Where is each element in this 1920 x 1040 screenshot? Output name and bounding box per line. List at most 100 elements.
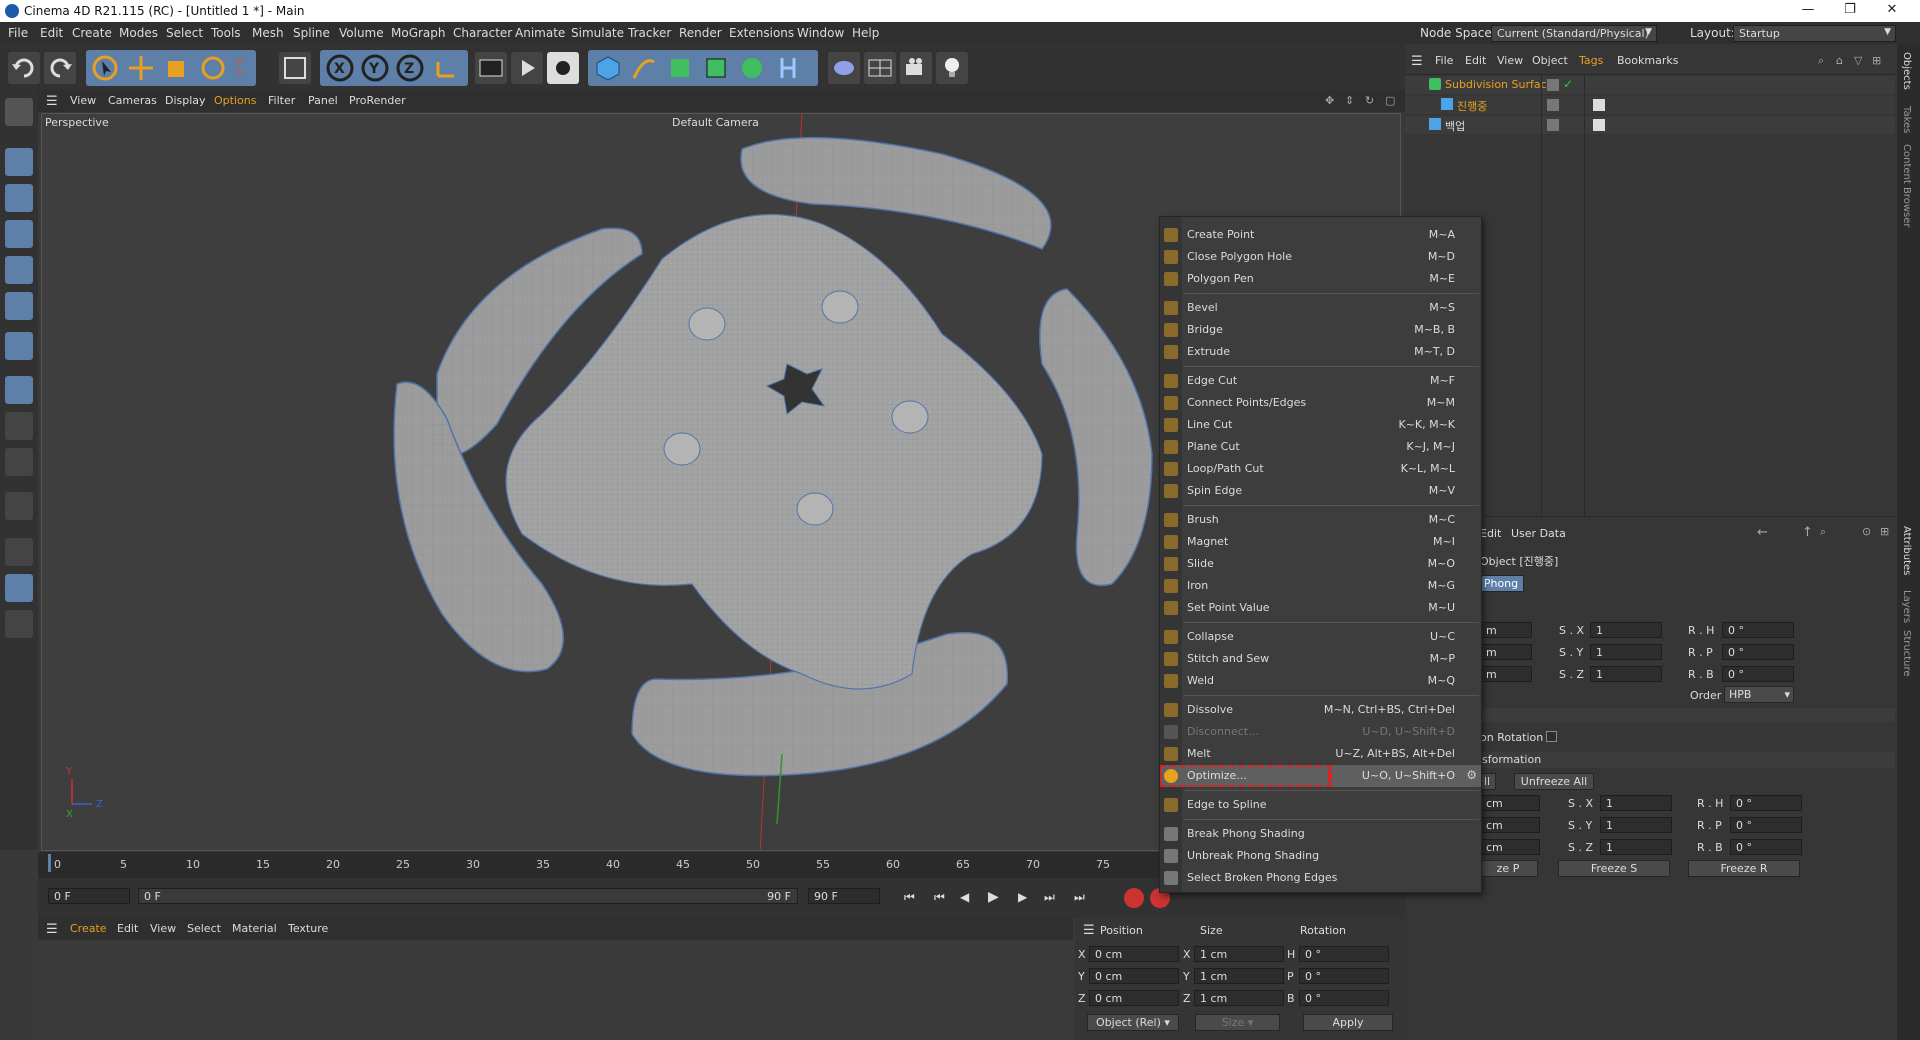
object-row-subdivision[interactable]: Subdivision Surface ✓ bbox=[1405, 76, 1895, 94]
freeze-s-button[interactable]: Freeze S bbox=[1558, 860, 1670, 877]
rotation-h-field[interactable]: 0 ° bbox=[1299, 946, 1389, 962]
menu-item-bevel[interactable]: Bevel M~S bbox=[1160, 297, 1481, 319]
move-view-icon[interactable]: ✥ bbox=[1325, 94, 1334, 107]
obj-menu-bookmarks[interactable]: Bookmarks bbox=[1617, 54, 1678, 67]
mat-menu-select[interactable]: Select bbox=[187, 922, 221, 935]
menu-item-connect-points-edges[interactable]: Connect Points/Edges M~M bbox=[1160, 392, 1481, 414]
menu-help[interactable]: Help bbox=[852, 26, 879, 40]
hamburger-icon[interactable]: ☰ bbox=[46, 94, 58, 109]
menu-extensions[interactable]: Extensions bbox=[729, 26, 794, 40]
move-icon[interactable] bbox=[125, 52, 157, 84]
menu-item-line-cut[interactable]: Line Cut K~K, M~K bbox=[1160, 414, 1481, 436]
snap-settings-icon[interactable] bbox=[5, 412, 33, 440]
rotate-view-icon[interactable]: ↻ bbox=[1365, 94, 1374, 107]
menu-tracker[interactable]: Tracker bbox=[628, 26, 671, 40]
obj-menu-view[interactable]: View bbox=[1497, 54, 1523, 67]
cube-icon[interactable] bbox=[592, 52, 624, 84]
rot-p-field[interactable]: 0 ° bbox=[1722, 644, 1794, 660]
search-icon[interactable]: ⌕ bbox=[1818, 54, 1824, 68]
menu-item-create-point[interactable]: Create Point M~A bbox=[1160, 224, 1481, 246]
make-editable-icon[interactable] bbox=[5, 98, 33, 126]
menu-item-edge-cut[interactable]: Edge Cut M~F bbox=[1160, 370, 1481, 392]
menu-window[interactable]: Window bbox=[797, 26, 844, 40]
freeze-rot-field[interactable]: 0 ° bbox=[1730, 817, 1802, 833]
pen-icon[interactable] bbox=[628, 52, 660, 84]
menu-item-weld[interactable]: Weld M~Q bbox=[1160, 670, 1481, 692]
menu-character[interactable]: Character bbox=[453, 26, 512, 40]
scale-x-field[interactable]: 1 bbox=[1590, 622, 1662, 638]
render-view-icon[interactable] bbox=[475, 52, 507, 84]
playhead[interactable] bbox=[48, 854, 51, 872]
tab-attributes[interactable]: Attributes bbox=[1901, 526, 1912, 575]
subdivision-surface-icon[interactable] bbox=[664, 52, 696, 84]
hamburger-icon[interactable]: ☰ bbox=[46, 922, 58, 937]
new-panel-icon[interactable]: ⊞ bbox=[1872, 54, 1881, 67]
freeze-scale-field[interactable]: 1 bbox=[1600, 795, 1672, 811]
tweak-mode-icon[interactable] bbox=[5, 492, 33, 520]
menu-item-extrude[interactable]: Extrude M~T, D bbox=[1160, 341, 1481, 363]
frame-range-slider[interactable]: 0 F 90 F bbox=[138, 888, 798, 904]
rotation-b-field[interactable]: 0 ° bbox=[1299, 990, 1389, 1006]
filter-icon[interactable]: ▽ bbox=[1854, 54, 1862, 67]
record-icon[interactable] bbox=[1124, 888, 1144, 908]
previous-key-icon[interactable]: ⏮ bbox=[934, 890, 945, 905]
freeze-scale-field[interactable]: 1 bbox=[1600, 839, 1672, 855]
render-to-picture-viewer-icon[interactable] bbox=[511, 52, 543, 84]
menu-simulate[interactable]: Simulate bbox=[571, 26, 624, 40]
y-axis-icon[interactable]: Y bbox=[359, 52, 391, 84]
freeze-p-button[interactable]: ze P bbox=[1478, 860, 1538, 877]
menu-item-break-phong-shading[interactable]: Break Phong Shading bbox=[1160, 823, 1481, 845]
menu-modes[interactable]: Modes bbox=[119, 26, 158, 40]
scale-z-field[interactable]: 1 bbox=[1590, 666, 1662, 682]
back-arrow-icon[interactable]: ← bbox=[1757, 525, 1768, 540]
camera-icon[interactable] bbox=[900, 52, 932, 84]
menu-item-magnet[interactable]: Magnet M~I bbox=[1160, 531, 1481, 553]
menu-render[interactable]: Render bbox=[679, 26, 722, 40]
menu-item-bridge[interactable]: Bridge M~B, B bbox=[1160, 319, 1481, 341]
menu-item-unbreak-phong-shading[interactable]: Unbreak Phong Shading bbox=[1160, 845, 1481, 867]
unfreeze-all-button[interactable]: Unfreeze All bbox=[1514, 773, 1594, 790]
menu-file[interactable]: File bbox=[8, 26, 28, 40]
tab-objects[interactable]: Objects bbox=[1901, 52, 1912, 90]
polygons-mode-icon[interactable] bbox=[5, 292, 33, 320]
hamburger-icon[interactable]: ☰ bbox=[1083, 923, 1095, 938]
floor-icon[interactable] bbox=[828, 52, 860, 84]
mat-menu-view[interactable]: View bbox=[150, 922, 176, 935]
tab-layers[interactable]: Layers bbox=[1901, 590, 1912, 623]
vp-menu-prorender[interactable]: ProRender bbox=[349, 94, 406, 107]
obj-menu-object[interactable]: Object bbox=[1532, 54, 1568, 67]
menu-item-select-broken-phong-edges[interactable]: Select Broken Phong Edges bbox=[1160, 867, 1481, 889]
menu-item-dissolve[interactable]: Dissolve M~N, Ctrl+BS, Ctrl+Del bbox=[1160, 699, 1481, 721]
mat-menu-edit[interactable]: Edit bbox=[117, 922, 138, 935]
tab-structure[interactable]: Structure bbox=[1901, 630, 1912, 677]
position-field[interactable]: m bbox=[1480, 622, 1532, 638]
maximize-button[interactable]: ❐ bbox=[1830, 2, 1870, 17]
play-icon[interactable]: ▶ bbox=[988, 889, 999, 905]
menu-item-polygon-pen[interactable]: Polygon Pen M~E bbox=[1160, 268, 1481, 290]
rotate-icon[interactable] bbox=[197, 52, 229, 84]
locked-workplane-icon[interactable] bbox=[5, 574, 33, 602]
texture-tag-icon[interactable] bbox=[1593, 99, 1605, 111]
menu-mograph[interactable]: MoGraph bbox=[391, 26, 446, 40]
freeze-scale-field[interactable]: 1 bbox=[1600, 817, 1672, 833]
position-field[interactable]: m bbox=[1480, 666, 1532, 682]
position-x-field[interactable]: 0 cm bbox=[1089, 946, 1179, 962]
attr-menu-user-data[interactable]: User Data bbox=[1511, 527, 1566, 540]
scale-y-field[interactable]: 1 bbox=[1590, 644, 1662, 660]
menu-item-melt[interactable]: Melt U~Z, Alt+BS, Alt+Del bbox=[1160, 743, 1481, 765]
vp-menu-display[interactable]: Display bbox=[165, 94, 206, 107]
obj-menu-tags[interactable]: Tags bbox=[1579, 54, 1603, 67]
freeze-pos-field[interactable]: cm bbox=[1480, 817, 1540, 833]
menu-item-set-point-value[interactable]: Set Point Value M~U bbox=[1160, 597, 1481, 619]
attr-menu-edit[interactable]: Edit bbox=[1480, 527, 1501, 540]
x-axis-icon[interactable]: X bbox=[324, 52, 356, 84]
vp-menu-view[interactable]: View bbox=[70, 94, 96, 107]
freeze-r-button[interactable]: Freeze R bbox=[1688, 860, 1800, 877]
menu-select[interactable]: Select bbox=[166, 26, 203, 40]
menu-item-slide[interactable]: Slide M~O bbox=[1160, 553, 1481, 575]
node-space-dropdown[interactable]: Current (Standard/Physical) ▼ bbox=[1491, 25, 1657, 42]
workplane-icon[interactable] bbox=[5, 538, 33, 566]
vp-menu-cameras[interactable]: Cameras bbox=[108, 94, 157, 107]
material-area[interactable] bbox=[38, 940, 1073, 1040]
freeze-pos-field[interactable]: cm bbox=[1480, 795, 1540, 811]
